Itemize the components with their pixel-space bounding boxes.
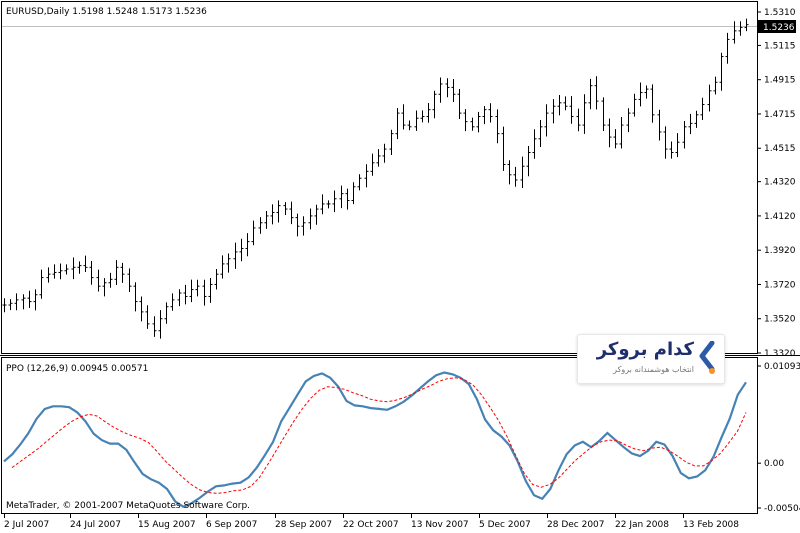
- indicator-tick-label: -0.00504: [764, 504, 800, 514]
- time-tick-label: 22 Oct 2007: [343, 520, 399, 530]
- indicator-tick-label: 0.00: [764, 459, 784, 469]
- price-tick-label: 1.3720: [764, 280, 796, 290]
- time-tick-label: 15 Aug 2007: [138, 520, 196, 530]
- time-tick-label: 13 Feb 2008: [683, 520, 739, 530]
- time-axis: 2 Jul 2007 24 Jul 2007 15 Aug 2007 6 Sep 20…: [4, 514, 739, 530]
- time-tick-label: 22 Jan 2008: [615, 520, 669, 530]
- indicator-axis: 0.01093 0.00 -0.00504: [757, 362, 800, 514]
- time-tick-label: 13 Nov 2007: [411, 520, 469, 530]
- brand-chevron-icon: [699, 341, 715, 374]
- time-tick-label: 28 Dec 2007: [547, 520, 605, 530]
- time-tick-label: 28 Sep 2007: [275, 520, 332, 530]
- price-tick-label: 1.5310: [764, 8, 796, 18]
- price-tick-label: 1.4715: [764, 110, 796, 120]
- time-tick-label: 6 Sep 2007: [206, 520, 257, 530]
- indicator-header: PPO (12,26,9) 0.00945 0.00571: [6, 364, 148, 374]
- chart-header: EURUSD,Daily 1.5198 1.5248 1.5173 1.5236: [6, 7, 207, 17]
- indicator-tick-label: 0.01093: [764, 362, 800, 372]
- price-tick-label: 1.3320: [764, 349, 796, 359]
- watermark-subtitle: انتخاب هوشمندانه بروکر: [613, 365, 694, 374]
- price-tick-label: 1.4515: [764, 144, 796, 154]
- watermark-logo: کدام بروکر انتخاب هوشمندانه بروکر: [577, 334, 725, 384]
- price-tick-label: 1.4320: [764, 178, 796, 188]
- watermark-title: کدام بروکر: [596, 339, 694, 360]
- price-tick-label: 1.3920: [764, 246, 796, 256]
- price-tick-label: 1.3520: [764, 315, 796, 325]
- copyright-text: MetaTrader, © 2001-2007 MetaQuotes Softw…: [6, 501, 250, 511]
- time-tick-label: 2 Jul 2007: [4, 520, 49, 530]
- time-tick-label: 24 Jul 2007: [70, 520, 121, 530]
- price-tick-label: 1.4120: [764, 212, 796, 222]
- price-axis: 1.5310 1.5115 1.4915 1.4715 1.4515 1.4320 1.41…: [757, 8, 796, 359]
- current-price-label: 1.5236: [763, 23, 795, 33]
- price-tick-label: 1.4915: [764, 76, 796, 86]
- price-tick-label: 1.5115: [764, 41, 796, 51]
- price-pane[interactable]: [1, 1, 758, 354]
- trading-chart[interactable]: EURUSD,Daily 1.5198 1.5248 1.5173 1.5236…: [0, 0, 800, 533]
- time-tick-label: 5 Dec 2007: [479, 520, 531, 530]
